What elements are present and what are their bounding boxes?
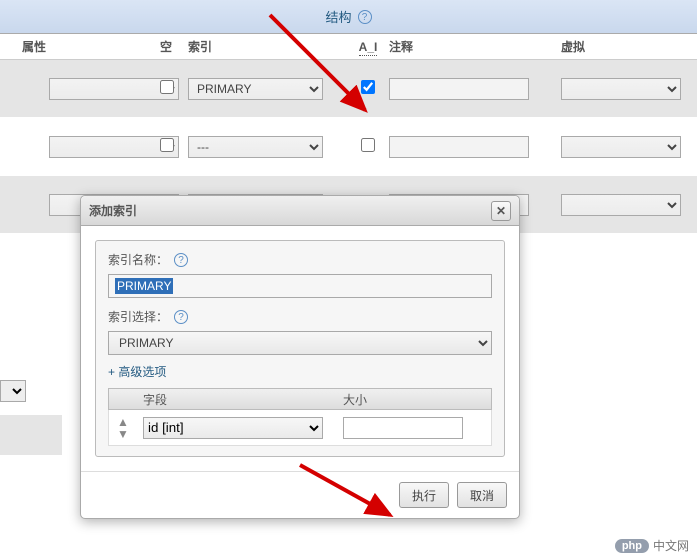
index-name-label: 索引名称： ? (108, 251, 492, 268)
null-checkbox[interactable] (160, 80, 174, 94)
header-comment: 注释 (383, 38, 551, 55)
header-null: 空 (160, 38, 188, 55)
col-field-header: 字段 (137, 391, 337, 408)
table-row: --- (0, 118, 697, 176)
close-button[interactable]: ✕ (491, 201, 511, 221)
column-field-select[interactable]: id [int] (143, 417, 323, 439)
column-size-input[interactable] (343, 417, 463, 439)
sort-handle-icon[interactable]: ▲▼ (109, 416, 137, 440)
watermark-php: php (615, 539, 649, 553)
header-attribute: 属性 (0, 38, 160, 55)
ai-checkbox[interactable] (361, 80, 375, 94)
header-ai: A_I (353, 40, 383, 54)
comment-input[interactable] (389, 78, 529, 100)
comment-input[interactable] (389, 136, 529, 158)
col-size-header: 大小 (337, 391, 467, 408)
dialog-title: 添加索引 (89, 202, 137, 219)
watermark: php 中文网 (615, 537, 689, 554)
ai-checkbox[interactable] (361, 138, 375, 152)
help-icon[interactable]: ? (174, 310, 188, 324)
table-row: PRIMARY (0, 60, 697, 118)
structure-tab[interactable]: 结构 ? (0, 0, 697, 34)
dialog-footer: 执行 取消 (81, 471, 519, 518)
help-icon[interactable]: ? (174, 253, 188, 267)
close-icon: ✕ (496, 204, 506, 218)
dialog-inner: 索引名称： ? PRIMARY 索引选择： ? PRIMARY + 高级选项 字… (95, 240, 505, 457)
dialog-header: 添加索引 ✕ (81, 196, 519, 226)
index-column-row: ▲▼ id [int] (108, 410, 492, 446)
tab-label: 结构 (325, 7, 351, 26)
index-columns-table: 字段 大小 ▲▼ id [int] (108, 388, 492, 446)
index-choice-select[interactable]: PRIMARY (108, 331, 492, 355)
left-stub (0, 380, 26, 404)
watermark-cn: 中文网 (653, 537, 689, 554)
virtual-select[interactable] (561, 78, 681, 100)
index-select[interactable]: PRIMARY (188, 78, 323, 100)
index-name-input[interactable]: PRIMARY (108, 274, 492, 298)
virtual-select[interactable] (561, 136, 681, 158)
add-index-dialog: 添加索引 ✕ 索引名称： ? PRIMARY 索引选择： ? PRIMARY +… (80, 195, 520, 519)
header-index: 索引 (188, 38, 353, 55)
index-select[interactable]: --- (188, 136, 323, 158)
stub-select[interactable] (0, 380, 26, 402)
cancel-button[interactable]: 取消 (457, 482, 507, 508)
virtual-select[interactable] (561, 194, 681, 216)
column-headers: 属性 空 索引 A_I 注释 虚拟 (0, 34, 697, 60)
execute-button[interactable]: 执行 (399, 482, 449, 508)
label-block (0, 415, 62, 455)
advanced-options-link[interactable]: + 高级选项 (108, 363, 166, 380)
null-checkbox[interactable] (160, 138, 174, 152)
help-icon[interactable]: ? (358, 10, 372, 24)
header-virtual: 虚拟 (551, 38, 681, 55)
index-choice-label: 索引选择： ? (108, 308, 492, 325)
